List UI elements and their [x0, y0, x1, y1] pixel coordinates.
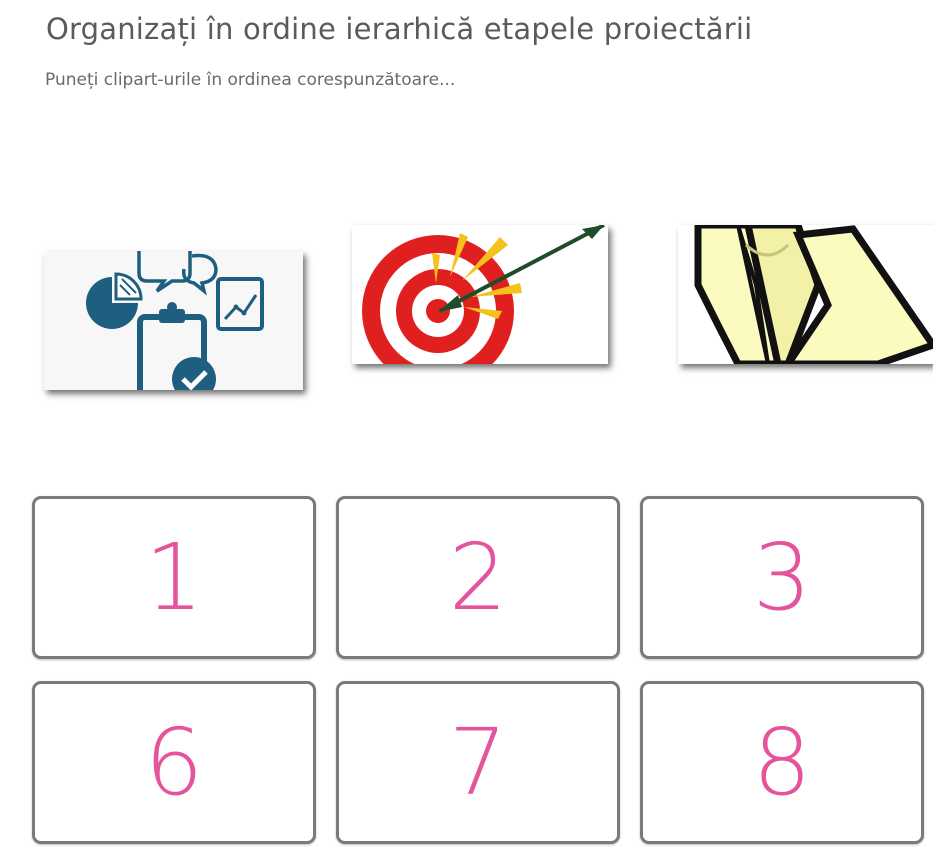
clipart-analysis[interactable] — [44, 251, 303, 390]
target-arrow-icon — [352, 225, 608, 364]
drop-slot-6[interactable]: 6 — [32, 681, 316, 844]
slot-number: 1 — [144, 523, 204, 631]
instruction-text: Puneți clipart-urile în ordinea corespun… — [45, 70, 456, 90]
slot-number: 3 — [752, 523, 812, 631]
page-title: Organizați în ordine ierarhică etapele p… — [46, 12, 753, 46]
drop-slot-1[interactable]: 1 — [32, 496, 316, 659]
clipart-target[interactable] — [352, 225, 608, 364]
slot-number: 2 — [448, 523, 508, 631]
drop-slot-2[interactable]: 2 — [336, 496, 620, 659]
clipart-map[interactable] — [678, 225, 933, 364]
folded-map-icon — [678, 225, 933, 364]
slot-number: 7 — [448, 708, 508, 816]
drop-slot-8[interactable]: 8 — [640, 681, 924, 844]
drop-slot-3[interactable]: 3 — [640, 496, 924, 659]
slot-number: 6 — [144, 708, 204, 816]
analysis-clipboard-icon — [86, 251, 264, 390]
drop-slot-7[interactable]: 7 — [336, 681, 620, 844]
slot-number: 8 — [752, 708, 812, 816]
